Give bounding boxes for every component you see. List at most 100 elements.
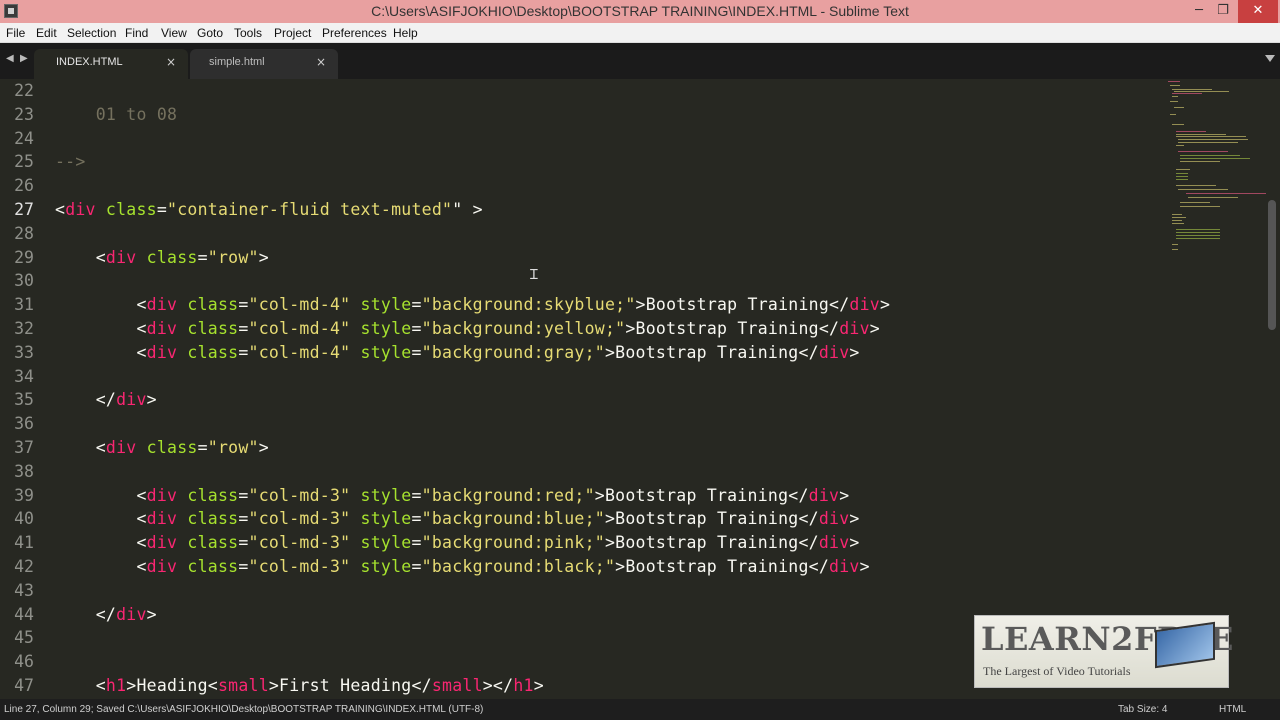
code-line[interactable]: 24 [0,127,1160,151]
line-number: 37 [14,438,34,457]
code-token: >First Heading</ [268,676,432,695]
code-line[interactable]: 41 <div class="col-md-3" style="backgrou… [0,531,1160,555]
syntax-selector[interactable]: HTML [1219,704,1246,715]
tab-simple-html[interactable]: simple.html × [190,49,338,79]
code-line[interactable]: 34 [0,365,1160,389]
status-bar: Line 27, Column 29; Saved C:\Users\ASIFJ… [0,699,1280,720]
code-token: = [238,295,249,315]
menu-find[interactable]: Find [125,26,148,40]
menu-edit[interactable]: Edit [36,26,57,40]
tab-bar: ◀ ▶ INDEX.HTML × simple.html × [0,43,1280,79]
code-line[interactable]: 43 [0,579,1160,603]
minimap-line [1170,114,1176,115]
code-line[interactable]: 31 <div class="col-md-4" style="backgrou… [0,293,1160,317]
minimap-line [1176,229,1220,230]
line-number: 27 [14,200,34,219]
menu-selection[interactable]: Selection [67,26,116,40]
code-token: > [859,557,870,576]
code-text: <h1>Heading<small>First Heading</small><… [55,676,544,695]
maximize-button[interactable]: ❐ [1208,0,1238,23]
vertical-scrollbar[interactable] [1268,200,1276,330]
minimap-line [1172,223,1184,224]
code-text: --> [55,152,86,171]
code-line[interactable]: 26 [0,174,1160,198]
code-token: < [55,509,147,529]
code-token: "col-md-4" [248,319,351,338]
minimap[interactable] [1168,79,1268,279]
code-token: style [350,319,412,338]
code-line[interactable]: 33 <div class="col-md-4" style="backgrou… [0,341,1160,365]
tab-index-html[interactable]: INDEX.HTML × [34,49,188,79]
code-line[interactable]: 22 [0,79,1160,103]
line-number: 41 [14,533,34,553]
code-line[interactable]: 27 <div class="container-fluid text-muted… [0,198,1160,222]
code-token: = [411,533,422,553]
learn2free-watermark: LEARN2FREE The Largest of Video Tutorial… [974,615,1233,688]
code-line[interactable]: 39 <div class="col-md-3" style="backgrou… [0,484,1160,508]
code-token: = [411,319,422,338]
title-bar: C:\Users\ASIFJOKHIO\Desktop\BOOTSTRAP TR… [0,0,1280,23]
line-number: 26 [14,176,34,196]
code-token: > [839,485,850,505]
minimap-line [1178,151,1228,152]
menu-tools[interactable]: Tools [234,26,262,40]
code-text: </div> [55,390,157,409]
minimap-line [1180,202,1210,203]
code-line[interactable]: 40 <div class="col-md-3" style="backgrou… [0,507,1160,531]
code-line[interactable]: 23 01 to 08 [0,103,1160,127]
code-line[interactable]: 25 --> [0,150,1160,174]
menu-goto[interactable]: Goto [197,26,223,40]
tab-size-selector[interactable]: Tab Size: 4 [1118,704,1167,715]
code-line[interactable]: 29 <div class="row"> [0,246,1160,270]
code-token: class [95,200,157,219]
code-token: > [258,247,269,267]
code-token: > [258,438,269,457]
code-line[interactable]: 30 [0,269,1160,293]
code-line[interactable]: 42 <div class="col-md-3" style="backgrou… [0,555,1160,579]
code-token: div [818,533,850,553]
code-token: "col-md-3" [248,557,351,576]
code-line[interactable]: 32 <div class="col-md-4" style="backgrou… [0,317,1160,341]
code-text: <div class="container-fluid text-muted""… [55,200,483,219]
code-token: style [350,485,412,505]
line-number: 33 [14,342,34,362]
tab-list-dropdown-icon[interactable] [1265,55,1275,62]
menu-help[interactable]: Help [393,26,418,40]
code-token: = [156,200,168,219]
tab-scroll-left-icon[interactable]: ◀ [6,53,14,64]
close-window-button[interactable]: ✕ [1238,0,1278,23]
code-token: div [116,390,147,410]
tab-scroll-right-icon[interactable]: ▶ [20,53,28,64]
line-number: 34 [14,366,34,386]
menu-preferences[interactable]: Preferences [322,26,387,40]
menu-bar: File Edit Selection Find View Goto Tools… [0,23,1280,43]
code-token: >Bootstrap Training</ [594,485,809,505]
code-token: > [146,390,157,410]
close-tab-icon[interactable]: × [166,55,176,69]
code-token: div [65,200,96,219]
code-token: < [55,438,106,457]
minimap-line [1176,131,1206,132]
code-text: <div class="col-md-3" style="background:… [55,509,860,528]
close-tab-icon[interactable]: × [316,55,326,69]
code-token: div [146,342,178,362]
code-line[interactable]: 37 <div class="row"> [0,436,1160,460]
minimap-line [1178,142,1238,143]
code-token: < [55,557,147,576]
code-editor[interactable]: 22 23 01 to 08 24 25 --> 26 27 <div class="cont… [0,79,1280,699]
menu-file[interactable]: File [6,26,25,40]
line-number: 30 [14,271,34,291]
code-token: < [55,295,147,315]
code-line[interactable]: 38 [0,460,1160,484]
code-token: = [411,342,422,362]
tab-label: INDEX.HTML [56,56,123,68]
code-line[interactable]: 35 </div> [0,388,1160,412]
minimap-line [1176,185,1216,186]
code-token: class [177,557,239,576]
code-line[interactable]: 36 [0,412,1160,436]
code-token: div [116,604,147,624]
menu-view[interactable]: View [161,26,187,40]
menu-project[interactable]: Project [274,26,311,40]
code-line[interactable]: 28 [0,222,1160,246]
code-token: div [818,342,850,362]
